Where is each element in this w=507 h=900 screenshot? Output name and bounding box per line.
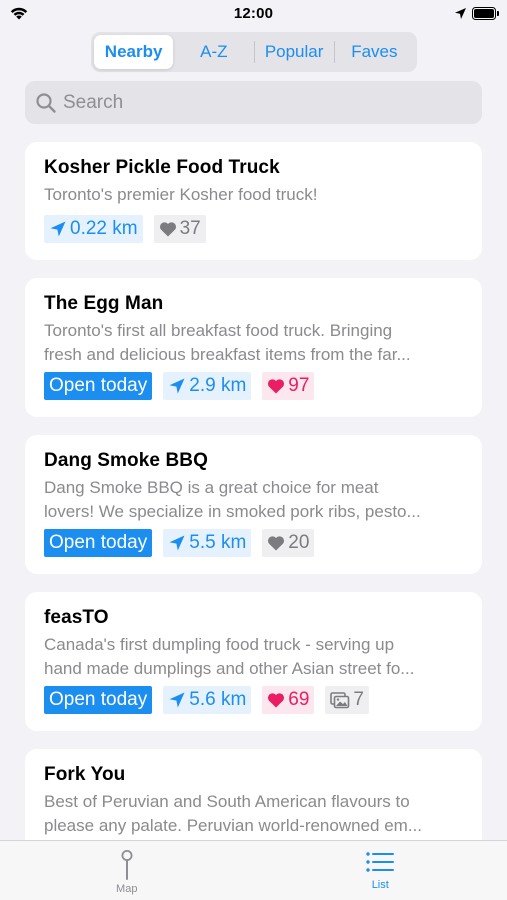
truck-tags: Open today 5.6 km 69 7 [44, 686, 463, 715]
search-placeholder: Search [63, 91, 124, 113]
distance-value: 5.5 km [189, 532, 247, 553]
likes-count: 20 [288, 532, 310, 553]
distance-badge: 2.9 km [163, 372, 252, 400]
distance-badge: 5.5 km [163, 529, 252, 557]
truck-description: Toronto's premier Kosher food truck! [44, 185, 318, 204]
sort-segmented-control: Nearby A-Z Popular Faves [91, 32, 417, 72]
likes-badge: 69 [262, 686, 315, 714]
truck-name: The Egg Man [44, 293, 164, 314]
truck-name: Fork You [44, 764, 126, 785]
segment-a-z[interactable]: A-Z [174, 35, 253, 69]
map-pin-icon [121, 850, 133, 880]
open-today-badge: Open today [44, 686, 153, 714]
likes-count: 97 [288, 375, 310, 396]
tab-map[interactable]: Map [0, 841, 254, 900]
list-icon [366, 852, 395, 872]
truck-name: feasTO [44, 607, 109, 628]
photos-badge: 7 [325, 686, 369, 714]
battery-icon [472, 7, 499, 20]
truck-card[interactable]: feasTO Canada's first dumpling food truc… [25, 592, 482, 731]
distance-badge: 0.22 km [44, 215, 143, 243]
tab-list[interactable]: List [254, 841, 507, 900]
likes-count: 37 [179, 218, 201, 239]
location-arrow-icon [169, 378, 185, 394]
distance-value: 0.22 km [70, 218, 138, 239]
truck-description-line: hand made dumplings and other Asian stre… [44, 659, 415, 678]
likes-count: 69 [288, 689, 310, 710]
distance-value: 5.6 km [189, 689, 247, 710]
truck-card[interactable]: Dang Smoke BBQ Dang Smoke BBQ is a great… [25, 435, 482, 574]
truck-description-line: please any palate. Peruvian world-renown… [44, 816, 422, 835]
heart-icon [268, 379, 285, 394]
tab-bar: Map List [0, 840, 507, 900]
truck-description-line: Dang Smoke BBQ is a great choice for mea… [44, 478, 379, 497]
truck-description-line: fresh and delicious breakfast items from… [44, 345, 411, 364]
distance-badge: 5.6 km [163, 686, 252, 714]
heart-icon [268, 693, 285, 708]
heart-icon [268, 536, 285, 551]
tab-map-label: Map [116, 883, 138, 895]
truck-name: Kosher Pickle Food Truck [44, 157, 280, 178]
heart-icon [159, 222, 176, 237]
open-today-badge: Open today [44, 529, 153, 557]
status-time: 12:00 [233, 5, 274, 22]
truck-description-line: Canada's first dumpling food truck - ser… [44, 635, 395, 654]
photos-count: 7 [353, 689, 364, 710]
truck-list: Kosher Pickle Food Truck Toronto's premi… [25, 142, 482, 900]
truck-description-line: Toronto's first all breakfast food truck… [44, 321, 393, 340]
status-bar: 12:00 [0, 0, 507, 28]
likes-badge: 37 [153, 215, 206, 243]
truck-card[interactable]: The Egg Man Toronto's first all breakfas… [25, 278, 482, 417]
truck-description-line: lovers! We specialize in smoked pork rib… [44, 502, 421, 521]
location-arrow-icon [455, 8, 466, 19]
location-arrow-icon [169, 692, 185, 708]
segment-faves[interactable]: Faves [335, 35, 414, 69]
location-arrow-icon [169, 535, 185, 551]
segment-nearby[interactable]: Nearby [94, 35, 174, 69]
truck-description-line: Best of Peruvian and South American flav… [44, 792, 410, 811]
photos-icon [330, 691, 350, 708]
likes-badge: 20 [262, 529, 315, 557]
tab-list-label: List [371, 879, 389, 891]
location-arrow-icon [50, 221, 66, 237]
open-today-badge: Open today [44, 372, 153, 400]
segment-popular[interactable]: Popular [255, 35, 334, 69]
distance-value: 2.9 km [189, 375, 247, 396]
truck-tags: Open today 5.5 km 20 [44, 529, 463, 558]
truck-tags: Open today 2.9 km 97 [44, 372, 463, 401]
truck-name: Dang Smoke BBQ [44, 450, 208, 471]
search-icon [36, 92, 56, 113]
search-input[interactable]: Search [25, 81, 482, 124]
truck-card[interactable]: Kosher Pickle Food Truck Toronto's premi… [25, 142, 482, 260]
likes-badge: 97 [262, 372, 315, 400]
truck-tags: 0.22 km 37 [44, 215, 463, 244]
